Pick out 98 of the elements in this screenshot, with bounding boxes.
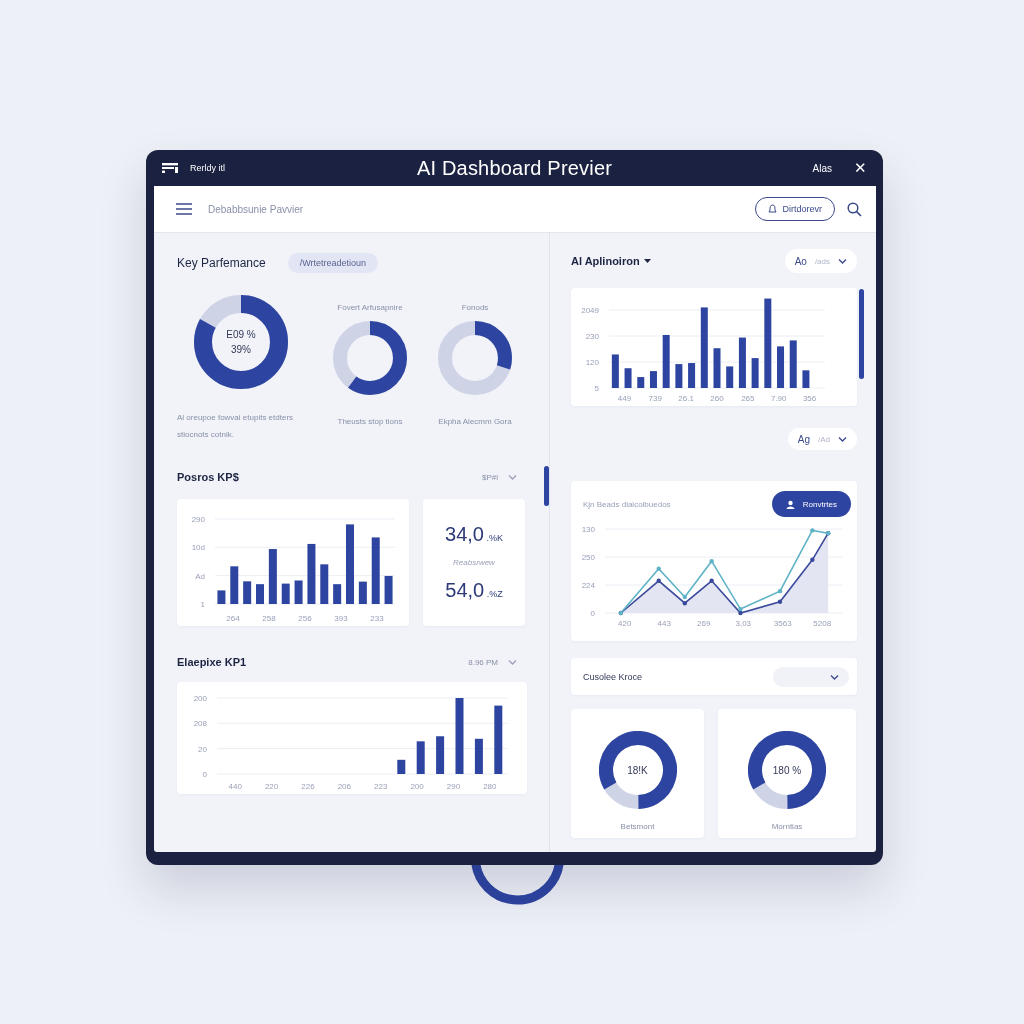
user-label: Alas (812, 162, 832, 174)
axis-label: 443 (657, 619, 671, 628)
axis-label: 265 (741, 394, 755, 403)
time-label: 8.96 PM (468, 657, 498, 667)
caret-icon[interactable] (643, 259, 651, 263)
section-title: Al Aplinoiron (571, 255, 640, 267)
axis-label: 356 (802, 394, 817, 403)
axis-label: 449 (617, 394, 632, 403)
axis-label: 130 (581, 525, 595, 534)
axis-label: 440 (228, 782, 242, 791)
action-button[interactable]: Ronvtrtes (771, 491, 851, 517)
donut-caption: Theusts stop tions (337, 416, 403, 428)
axis-label: 3,03 (735, 619, 752, 628)
select-label: Cusolee Kroce (583, 671, 643, 682)
axis-label: 0 (202, 770, 207, 779)
dropdown-hint: /ads (814, 256, 830, 266)
data-point (656, 578, 661, 583)
chevron-icon (838, 258, 847, 264)
search-icon[interactable] (847, 201, 862, 217)
app-label: Rerldy itl (190, 163, 225, 173)
axis-label: 264 (226, 614, 240, 623)
data-point (709, 559, 714, 564)
kpi-label: Reabsrwew (453, 558, 495, 567)
chevron-icon (838, 436, 847, 442)
logo-icon (162, 163, 178, 173)
filter-chip[interactable]: /Wrtetreadetioun (287, 253, 379, 273)
scrollbar-thumb[interactable] (544, 466, 549, 506)
axis-label: 739 (648, 394, 662, 403)
select-field[interactable] (773, 666, 849, 687)
donut-label: Fovert Arfusapnire (337, 303, 403, 312)
axis-label: 256 (298, 614, 312, 623)
axis-label: 393 (334, 614, 348, 623)
scrollbar-thumb[interactable] (859, 289, 864, 379)
data-point (777, 588, 783, 594)
donut-caption: Al oreupoe fowvai etupits etdters stiocnots cotnik. (177, 412, 295, 441)
axis-label: 290 (191, 515, 205, 524)
data-point (709, 578, 714, 583)
axis-label: 220 (264, 782, 279, 791)
close-button[interactable]: ✕ (854, 159, 867, 177)
axis-label: 223 (374, 782, 388, 791)
axis-label: 10d (191, 543, 205, 553)
chevron-icon[interactable] (508, 474, 517, 480)
axis-label: 290 (446, 782, 461, 791)
user-icon (785, 499, 795, 509)
breadcrumb: Debabbsunie Pavvier (208, 203, 305, 215)
axis-label: 420 (618, 619, 632, 628)
axis-label: 5 (594, 384, 599, 393)
menu-icon[interactable] (176, 203, 192, 215)
axis-label: 0 (590, 609, 595, 618)
donut-value: 39% (231, 344, 251, 355)
axis-label: 226 (301, 782, 315, 791)
axis-label: 258 (262, 614, 276, 623)
kpi-value: 34,0.%K (445, 523, 503, 546)
donut-value: 18!K (627, 764, 648, 776)
section-title: Elaepixe KP1 (177, 656, 247, 668)
axis-label: 2049 (581, 306, 599, 315)
kpi-value: 54,0.%Z (445, 579, 503, 602)
axis-label: 260 (710, 394, 724, 403)
action-button[interactable]: Dirtdorevr (755, 197, 835, 221)
axis-label: 1 (200, 600, 205, 609)
axis-label: 224 (581, 581, 595, 590)
axis-label: 280 (483, 782, 497, 791)
data-point (810, 557, 815, 562)
axis-label: 250 (581, 553, 595, 562)
donut-value: E09 % (226, 329, 256, 340)
dropdown-hint: /Ad (818, 434, 830, 444)
chevron-icon[interactable] (508, 659, 517, 665)
chart-title: Kjn Beads dlaicolbuedos (583, 499, 671, 509)
axis-label: 20 (198, 744, 207, 754)
axis-label: 120 (585, 358, 599, 367)
axis-label: 7.90 (770, 394, 787, 403)
section-title: Key Parfemance (177, 256, 266, 270)
data-point (656, 566, 661, 571)
donut-caption: Ekpha Alecmm Gora (438, 416, 512, 428)
section-title: Posros KP$ (177, 471, 239, 483)
axis-label: 269 (697, 619, 711, 628)
bell-icon (768, 204, 778, 214)
axis-label: 5208 (813, 619, 832, 628)
donut-label: Fonods (461, 303, 489, 312)
axis-label: 208 (193, 719, 207, 729)
window-title: AI Dashboard Previer (416, 156, 613, 180)
chevron-icon (830, 673, 839, 680)
axis-label: 233 (370, 614, 384, 623)
axis-label: 3563 (773, 619, 792, 628)
donut-caption: Morntias (771, 822, 803, 832)
axis-label: 230 (585, 332, 599, 341)
data-point (777, 599, 783, 604)
axis-label: 200 (193, 694, 207, 703)
donut-value: 180 % (772, 764, 802, 776)
axis-label: 206 (337, 782, 351, 791)
time-label: $P#l (482, 472, 498, 482)
dropdown[interactable]: Ag /Ad (787, 428, 857, 450)
axis-label: Ad (195, 571, 205, 581)
data-point (810, 528, 815, 533)
dropdown[interactable]: Ao /ads (784, 249, 857, 273)
axis-label: 26.1 (678, 394, 694, 403)
axis-label: 200 (410, 782, 424, 791)
donut-caption: Betsmont (620, 822, 655, 832)
